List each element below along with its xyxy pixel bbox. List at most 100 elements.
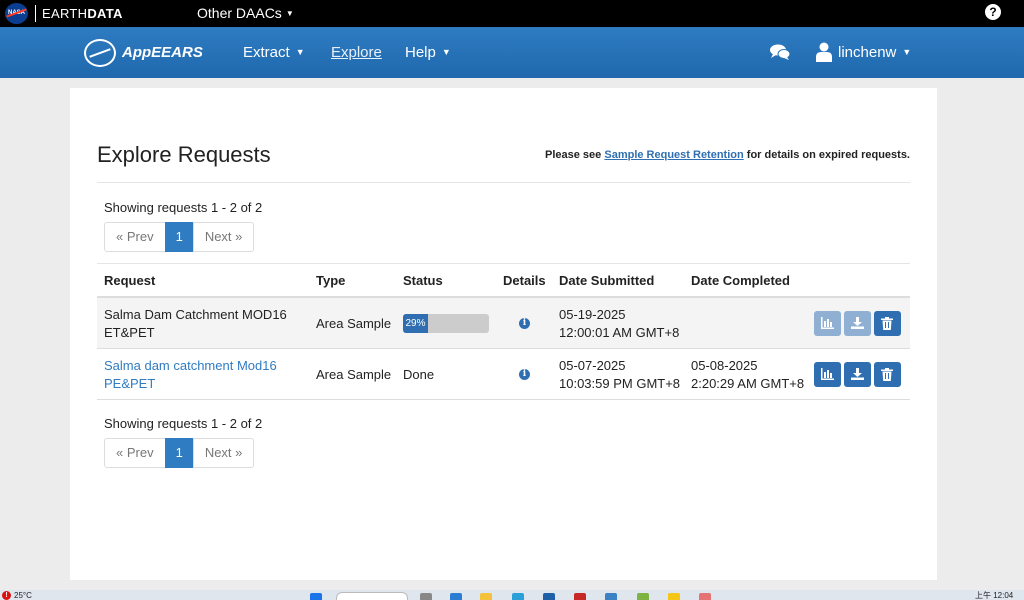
view-chart-button[interactable] [814, 311, 841, 336]
col-header-details: Details [503, 273, 546, 288]
windows-taskbar: ! 25°C 上午 12:04 [0, 590, 1024, 600]
showing-count-bottom: Showing requests 1 - 2 of 2 [104, 416, 263, 431]
pagination-bottom: « Prev 1 Next » [104, 438, 255, 468]
pagination-top: « Prev 1 Next » [104, 222, 255, 252]
delete-button[interactable] [874, 362, 901, 387]
sample-retention-link[interactable]: Sample Request Retention [604, 149, 743, 161]
page-title: Explore Requests [97, 142, 271, 167]
app-icon[interactable] [605, 593, 617, 600]
nasa-logo-icon[interactable]: NASA [5, 3, 28, 24]
status-progress-bar: 29% [403, 314, 489, 333]
app-navbar: AppEEARS Extract ▼ Explore Help ▼ linchenw… [0, 27, 1024, 78]
browser-icon[interactable] [512, 593, 524, 600]
next-page-button[interactable]: Next » [192, 222, 255, 252]
retention-notice: Please see Sample Request Retention for … [545, 149, 910, 161]
app-icon[interactable] [699, 593, 711, 600]
download-icon [851, 368, 864, 380]
nav-help[interactable]: Help ▼ [405, 44, 451, 61]
caret-down-icon: ▼ [295, 47, 305, 57]
app-name[interactable]: AppEEARS [122, 44, 203, 61]
earthdata-topbar: NASA EARTHDATA Other DAACs ▼ ? [0, 0, 1024, 27]
request-name-link[interactable]: Salma dam catchment Mod16 PE&PET [104, 357, 304, 393]
download-button[interactable] [844, 311, 871, 336]
nav-extract[interactable]: Extract ▼ [243, 44, 305, 61]
topbar-divider [35, 5, 36, 22]
col-header-type: Type [316, 273, 346, 288]
trash-icon [881, 368, 893, 381]
weather-alert-icon[interactable]: ! [2, 591, 11, 600]
task-view-icon[interactable] [420, 593, 432, 600]
app-icon[interactable] [574, 593, 586, 600]
brand-light-text: EARTH [42, 6, 88, 21]
taskbar-clock[interactable]: 上午 12:04 [975, 590, 1013, 600]
other-daacs-label: Other DAACs [197, 5, 282, 21]
prev-page-button[interactable]: « Prev [104, 438, 166, 468]
other-daacs-menu[interactable]: Other DAACs ▼ [197, 5, 294, 21]
request-name-line: PE&PET [104, 376, 156, 391]
next-page-button[interactable]: Next » [192, 438, 255, 468]
explore-panel: Explore Requests Please see Sample Reque… [70, 88, 937, 580]
nasa-meatball-icon[interactable] [84, 39, 116, 67]
table-row: Salma dam catchment Mod16 PE&PET Area Sa… [97, 349, 910, 400]
table-row: Salma Dam Catchment MOD16 ET&PET Area Sa… [97, 298, 910, 349]
page-1-button[interactable]: 1 [164, 222, 194, 252]
user-name-label: linchenw [838, 44, 897, 61]
info-icon[interactable]: i [519, 369, 530, 380]
delete-button[interactable] [874, 311, 901, 336]
completed-time: 2:20:29 AM GMT+8 [691, 376, 805, 391]
edge-icon[interactable] [450, 593, 462, 600]
col-header-request: Request [104, 273, 156, 288]
retention-prefix: Please see [545, 149, 602, 161]
user-icon[interactable] [816, 42, 832, 62]
caret-down-icon: ▼ [285, 9, 294, 18]
request-status: Done [403, 367, 435, 382]
request-name-line: Salma Dam Catchment MOD16 [104, 307, 287, 322]
help-question-icon[interactable]: ? [985, 4, 1001, 20]
caret-down-icon: ▼ [902, 47, 912, 57]
windows-start-icon[interactable] [310, 593, 322, 600]
file-explorer-icon[interactable] [480, 593, 492, 600]
taskbar-search[interactable] [336, 592, 408, 600]
completed-date: 05-08-2025 [691, 358, 758, 373]
date-submitted: 05-07-2025 10:03:59 PM GMT+8 [559, 357, 680, 393]
col-header-date-completed: Date Completed [691, 273, 790, 288]
user-menu[interactable]: linchenw ▼ [838, 44, 911, 61]
request-name-line: Salma dam catchment Mod16 [104, 358, 277, 373]
retention-suffix: for details on expired requests. [746, 149, 910, 161]
col-header-status: Status [403, 273, 443, 288]
request-name: Salma Dam Catchment MOD16 ET&PET [104, 306, 304, 342]
app-icon[interactable] [637, 593, 649, 600]
date-submitted: 05-19-2025 12:00:01 AM GMT+8 [559, 306, 679, 342]
request-type: Area Sample [316, 367, 392, 382]
download-icon [851, 317, 864, 329]
store-icon[interactable] [543, 593, 555, 600]
trash-icon [881, 317, 893, 330]
app-icon[interactable] [668, 593, 680, 600]
bar-chart-icon [821, 317, 834, 329]
chat-bubbles-icon[interactable] [770, 44, 790, 61]
weather-temp[interactable]: 25°C [14, 591, 32, 600]
showing-count-top: Showing requests 1 - 2 of 2 [104, 200, 263, 215]
prev-page-button[interactable]: « Prev [104, 222, 166, 252]
request-name-line: ET&PET [104, 325, 155, 340]
download-button[interactable] [844, 362, 871, 387]
request-type: Area Sample [316, 316, 392, 331]
page-1-button[interactable]: 1 [164, 438, 194, 468]
submitted-time: 12:00:01 AM GMT+8 [559, 325, 680, 340]
submitted-date: 05-07-2025 [559, 358, 626, 373]
submitted-time: 10:03:59 PM GMT+8 [559, 376, 681, 391]
brand-bold-text: DATA [87, 6, 123, 21]
caret-down-icon: ▼ [441, 47, 451, 57]
info-icon[interactable]: i [519, 318, 530, 329]
nav-explore[interactable]: Explore [331, 44, 382, 61]
date-completed: 05-08-2025 2:20:29 AM GMT+8 [691, 357, 804, 393]
earthdata-brand[interactable]: EARTHDATA [42, 6, 123, 21]
divider [97, 182, 910, 183]
view-chart-button[interactable] [814, 362, 841, 387]
divider [97, 263, 910, 264]
nav-help-label: Help [405, 44, 436, 61]
nav-extract-label: Extract [243, 44, 290, 61]
submitted-date: 05-19-2025 [559, 307, 626, 322]
bar-chart-icon [821, 368, 834, 380]
progress-fill: 29% [403, 314, 428, 333]
